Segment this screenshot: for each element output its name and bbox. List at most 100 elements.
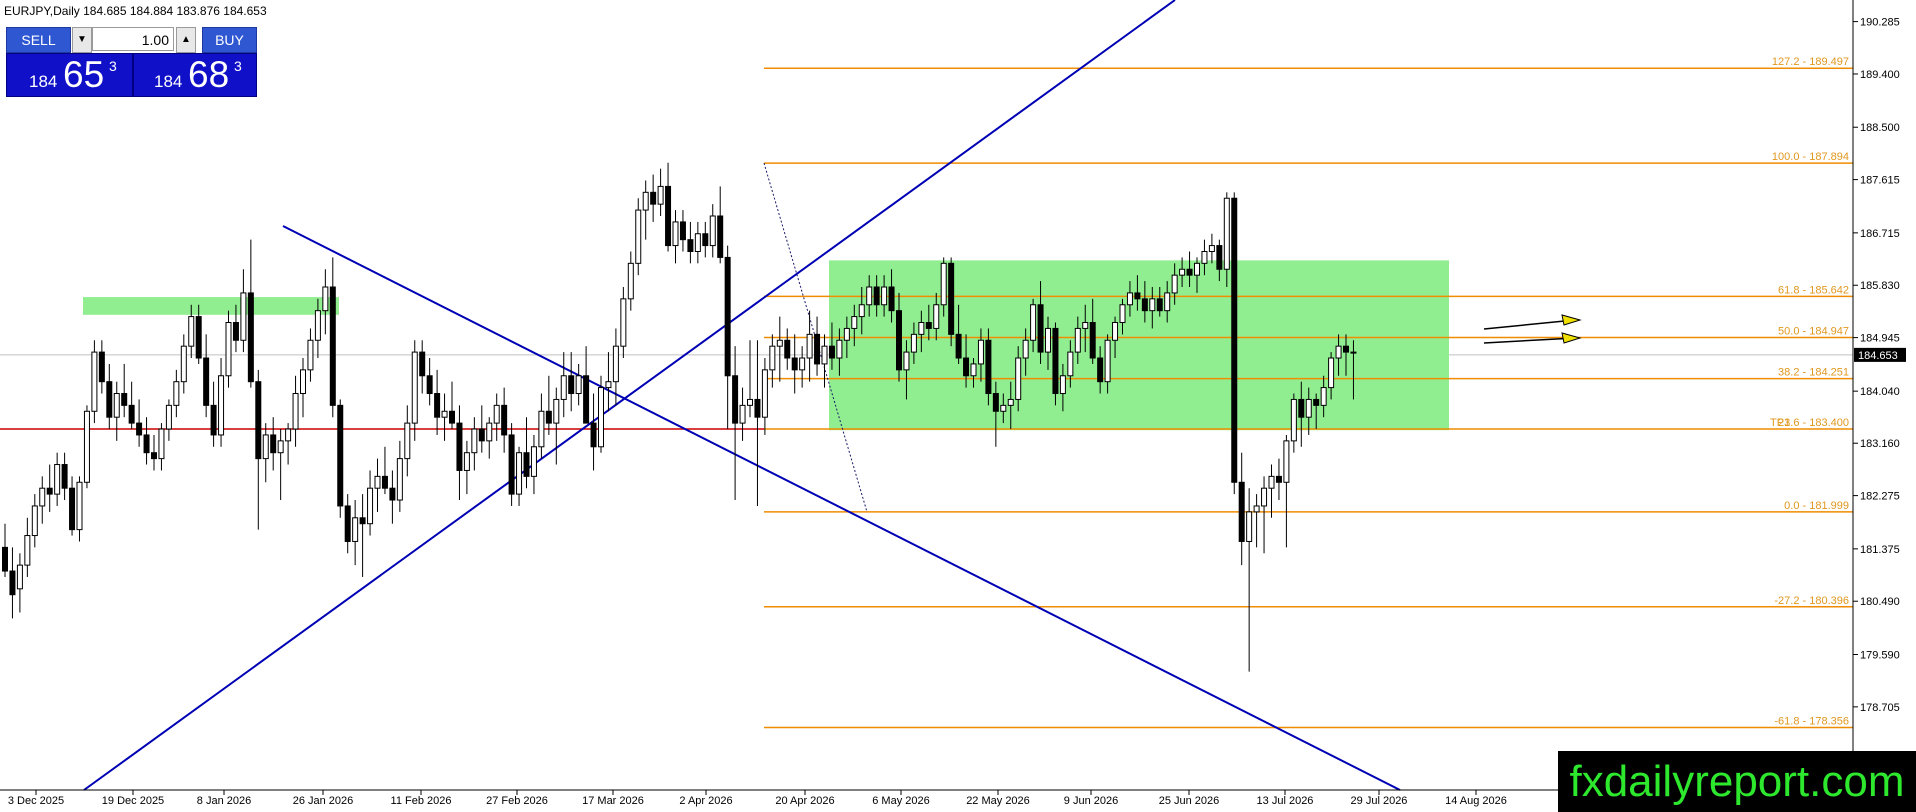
y-tick-label: 184.945 [1860,333,1900,345]
bull-candle-body [352,517,359,542]
bull-candle-body [1253,505,1260,513]
bull-candle-body [24,535,31,566]
bear-candle-body [888,286,895,312]
bull-candle-body [642,191,649,211]
bear-candle-body [925,322,932,329]
bull-candle-body [1030,304,1037,341]
bear-candle-body [69,487,76,531]
bull-candle-body [1104,339,1111,383]
one-click-trading-panel: SELL ▼ 1.00 ▲ BUY 184 65 3 184 68 3 [4,24,257,97]
volume-decrease-icon[interactable]: ▼ [72,27,92,53]
bear-candle-body [434,393,441,418]
bull-candle-body [1179,268,1186,276]
x-tick-label: 25 Jun 2026 [1159,795,1220,807]
y-tick-label: 185.830 [1860,280,1900,292]
bull-candle-body [31,505,38,537]
sell-price-display[interactable]: 184 65 3 [6,53,133,97]
bear-candle-body [232,322,239,341]
x-tick-label: 26 Jan 2026 [293,795,354,807]
last-price-badge-label: 184.653 [1858,350,1898,362]
candle [598,375,604,453]
bear-candle-body [2,546,8,572]
bear-candle-body [568,375,575,395]
bull-candle-body [1320,387,1327,406]
sell-button[interactable]: SELL [6,27,71,53]
bull-candle-body [553,398,560,424]
bear-candle-body [665,185,672,247]
bull-candle-body [404,422,411,460]
last-price-badge: 184.653 [1854,347,1906,362]
candle [635,198,642,276]
x-tick-label: 17 Mar 2026 [582,795,644,807]
bull-candle-body [441,410,448,418]
bull-candle-body [1290,398,1297,442]
fib-level-label: -61.8 - 178.356 [1774,716,1849,728]
bull-candle-body [776,339,783,347]
bear-candle-body [203,357,210,406]
bull-candle-body [836,339,843,359]
y-tick-label: 190.285 [1860,17,1900,29]
bull-candle-body [672,221,679,247]
bear-candle-body [679,221,686,241]
bear-candle-body [344,505,351,542]
candle [1231,192,1238,495]
bull-candle-body [1149,298,1156,312]
bear-candle-body [128,404,135,424]
bear-candle-body [1052,327,1059,395]
bull-candle-body [300,369,306,395]
bull-candle-body [612,345,619,383]
buy-price-display[interactable]: 184 68 3 [133,53,257,97]
bear-candle-body [449,410,455,424]
bull-candle-body [1194,262,1200,276]
bull-candle-body [1246,511,1253,542]
bull-candle-body [374,475,381,489]
bull-candle-body [605,381,612,389]
bull-candle-body [158,428,165,460]
buy-button[interactable]: BUY [202,27,257,53]
x-tick-label: 11 Feb 2026 [391,795,452,807]
bear-candle-body [1216,245,1223,270]
bull-candle-body [1305,398,1312,418]
y-tick-label: 184.040 [1860,386,1900,398]
fib-level-label: 61.8 - 185.642 [1778,284,1849,296]
bear-candle-body [1141,298,1148,312]
x-tick-label: 8 Jan 2026 [197,795,251,807]
y-tick-label: 178.705 [1860,702,1900,714]
bull-candle-body [1074,327,1081,353]
tp1-label: TP1 [1770,417,1790,429]
bear-candle-body [1275,475,1282,483]
volume-input[interactable]: 1.00 [92,27,174,51]
volume-increase-icon[interactable]: ▲ [176,27,196,53]
x-tick-label: 6 May 2026 [872,795,929,807]
fib-level-label: 0.0 - 181.999 [1784,500,1849,512]
price-chart[interactable]: 127.2 - 189.497 100.0 - 187.894 61.8 - 185… [0,0,1916,812]
bull-candle-body [1208,245,1215,252]
bear-candle-body [992,393,999,412]
bull-candle-body [493,404,500,424]
bull-candle-body [627,262,634,300]
x-tick-label: 2 Apr 2026 [679,795,732,807]
bull-candle-body [799,357,806,371]
y-tick-label: 186.715 [1860,228,1900,240]
consolidation-zone-rect [829,260,1449,431]
bull-candle-body [918,322,925,335]
bull-candle-body [188,316,195,347]
x-tick-label: 9 Jun 2026 [1064,795,1118,807]
bull-candle-body [91,351,98,412]
bull-candle-body [1223,197,1230,270]
bear-candle-body [754,398,761,418]
y-tick-label: 188.500 [1860,122,1900,134]
y-tick-label: 181.375 [1860,544,1900,556]
bear-candle-body [687,239,694,252]
bear-candle-body [963,357,970,377]
bull-candle-body [1119,304,1126,324]
bear-candle-body [501,404,508,436]
bull-candle-body [16,564,23,590]
x-tick-label: 19 Dec 2025 [102,795,164,807]
bear-candle-body [732,375,739,424]
bear-candle-body [724,256,731,377]
bear-candle-body [143,434,150,454]
bear-candle-body [136,422,143,436]
candle [1052,322,1059,406]
bear-candle-body [329,286,336,406]
